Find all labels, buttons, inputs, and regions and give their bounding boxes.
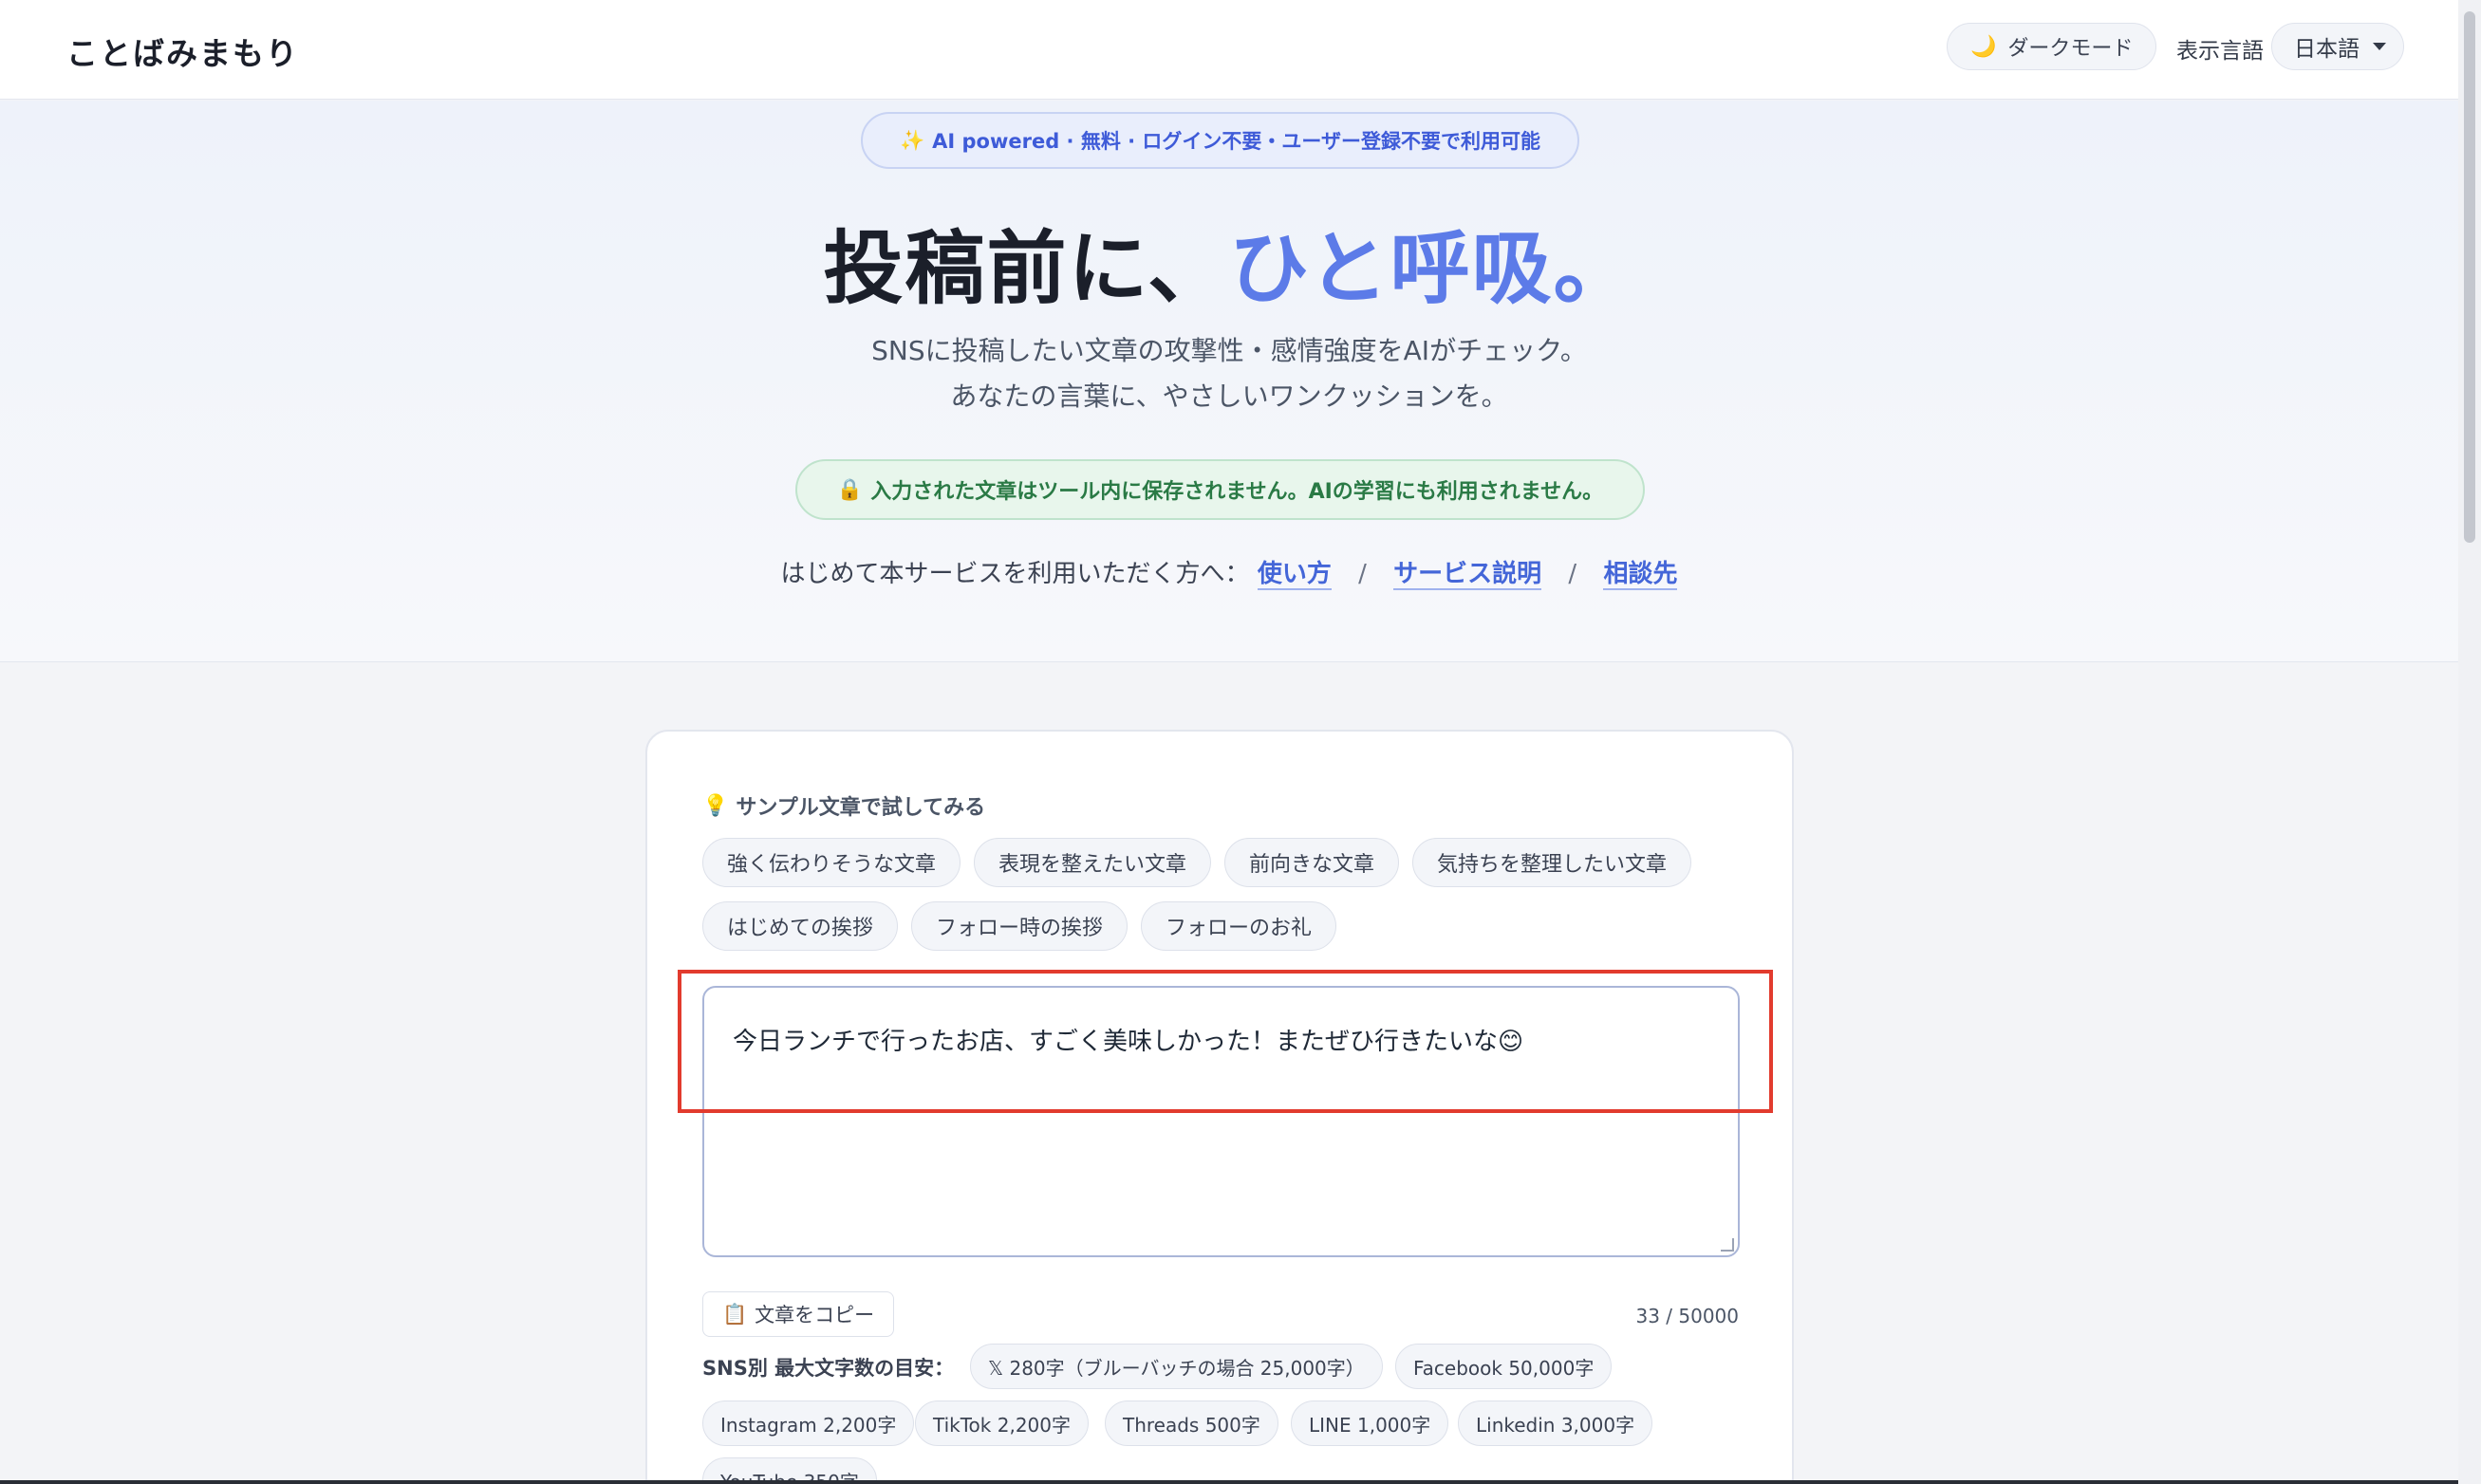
sample-chips: 強く伝わりそうな文章 表現を整えたい文章 前向きな文章 気持ちを整理したい文章 …	[702, 838, 1746, 951]
sample-chip[interactable]: 前向きな文章	[1224, 838, 1400, 887]
subtitle-line-1: SNSに投稿したい文章の攻撃性・感情強度をAIがチェック。	[871, 335, 1587, 366]
language-select[interactable]: 日本語	[2271, 23, 2404, 70]
top-bar: ことばみまもり 🌙 ダークモード 表示言語 日本語	[0, 0, 2458, 100]
hero-subtitle: SNSに投稿したい文章の攻撃性・感情強度をAIがチェック。 あなたの言葉に、やさ…	[0, 328, 2458, 419]
privacy-notice: 🔒 入力された文章はツール内に保存されません。AIの学習にも利用されません。	[795, 459, 1645, 520]
post-text-value: 今日ランチで行ったお店、すごく美味しかった！またぜひ行きたいな😊	[733, 1028, 1524, 1056]
sns-limit-chip: Threads 500字	[1105, 1401, 1278, 1446]
sns-limit-chip: Linkedin 3,000字	[1458, 1401, 1653, 1446]
headline-accent: ひと呼吸。	[1229, 221, 1635, 315]
chevron-down-icon	[2373, 43, 2386, 50]
sample-chip[interactable]: 気持ちを整理したい文章	[1412, 838, 1692, 887]
link-consultation[interactable]: 相談先	[1603, 560, 1678, 590]
dark-mode-button[interactable]: 🌙 ダークモード	[1947, 23, 2157, 70]
sample-chip[interactable]: フォロー時の挨拶	[911, 901, 1129, 951]
lock-icon: 🔒	[836, 477, 864, 502]
privacy-text: 入力された文章はツール内に保存されません。AIの学習にも利用されません。	[870, 480, 1604, 504]
ai-badge: ✨ AI powered · 無料 · ログイン不要・ユーザー登録不要で利用可能	[861, 112, 1579, 169]
clipboard-icon: 📋	[722, 1302, 748, 1326]
sample-title: 💡 サンプル文章で試してみる	[702, 790, 985, 821]
sns-limit-chip: Instagram 2,200字	[702, 1401, 915, 1446]
page-title: 投稿前に、ひと呼吸。	[0, 205, 2458, 320]
site-logo[interactable]: ことばみまもり	[66, 28, 299, 74]
lightbulb-icon: 💡	[702, 793, 729, 818]
link-service-description[interactable]: サービス説明	[1393, 560, 1542, 590]
sns-limit-chip: Facebook 50,000字	[1395, 1344, 1613, 1389]
sns-limit-label: SNS別 最大文字数の目安：	[702, 1357, 955, 1380]
link-separator: /	[1358, 560, 1367, 588]
sample-chip[interactable]: 強く伝わりそうな文章	[702, 838, 961, 887]
editor-card: 💡 サンプル文章で試してみる 強く伝わりそうな文章 表現を整えたい文章 前向きな…	[645, 730, 1794, 1484]
dark-mode-label: ダークモード	[2007, 37, 2134, 61]
intro-text: はじめて本サービスを利用いただく方へ：	[780, 560, 1250, 588]
copy-label: 文章をコピー	[755, 1304, 875, 1326]
sample-chip[interactable]: フォローのお礼	[1141, 901, 1337, 951]
intro-links: はじめて本サービスを利用いただく方へ： 使い方 / サービス説明 / 相談先	[0, 554, 2458, 590]
link-how-to-use[interactable]: 使い方	[1257, 560, 1332, 590]
sparkles-icon: ✨	[899, 128, 925, 152]
moon-icon: 🌙	[1970, 34, 1997, 59]
hero-section: ✨ AI powered · 無料 · ログイン不要・ユーザー登録不要で利用可能…	[0, 101, 2458, 662]
character-counter: 33 / 50000	[1635, 1305, 1739, 1327]
sns-limit-chip: 𝕏 280字（ブルーバッチの場合 25,000字）	[970, 1344, 1383, 1389]
headline-main: 投稿前に、	[823, 221, 1229, 315]
scrollbar[interactable]	[2458, 0, 2481, 1484]
sample-chip[interactable]: はじめての挨拶	[702, 901, 899, 951]
window-bottom-edge	[0, 1480, 2458, 1484]
sns-limit-chip: LINE 1,000字	[1291, 1401, 1449, 1446]
ai-badge-text: AI powered · 無料 · ログイン不要・ユーザー登録不要で利用可能	[932, 130, 1541, 153]
sns-limit-chip: TikTok 2,200字	[915, 1401, 1089, 1446]
post-text-input[interactable]: 今日ランチで行ったお店、すごく美味しかった！またぜひ行きたいな😊	[702, 986, 1740, 1257]
sample-chip[interactable]: 表現を整えたい文章	[974, 838, 1212, 887]
sample-title-text: サンプル文章で試してみる	[736, 796, 986, 820]
link-separator: /	[1568, 560, 1577, 588]
language-value: 日本語	[2294, 37, 2360, 62]
subtitle-line-2: あなたの言葉に、やさしいワンクッションを。	[950, 380, 1508, 412]
copy-text-button[interactable]: 📋 文章をコピー	[702, 1291, 895, 1337]
resize-handle-icon[interactable]	[1721, 1238, 1734, 1252]
language-label: 表示言語	[2176, 39, 2264, 64]
scrollbar-thumb[interactable]	[2464, 11, 2475, 543]
